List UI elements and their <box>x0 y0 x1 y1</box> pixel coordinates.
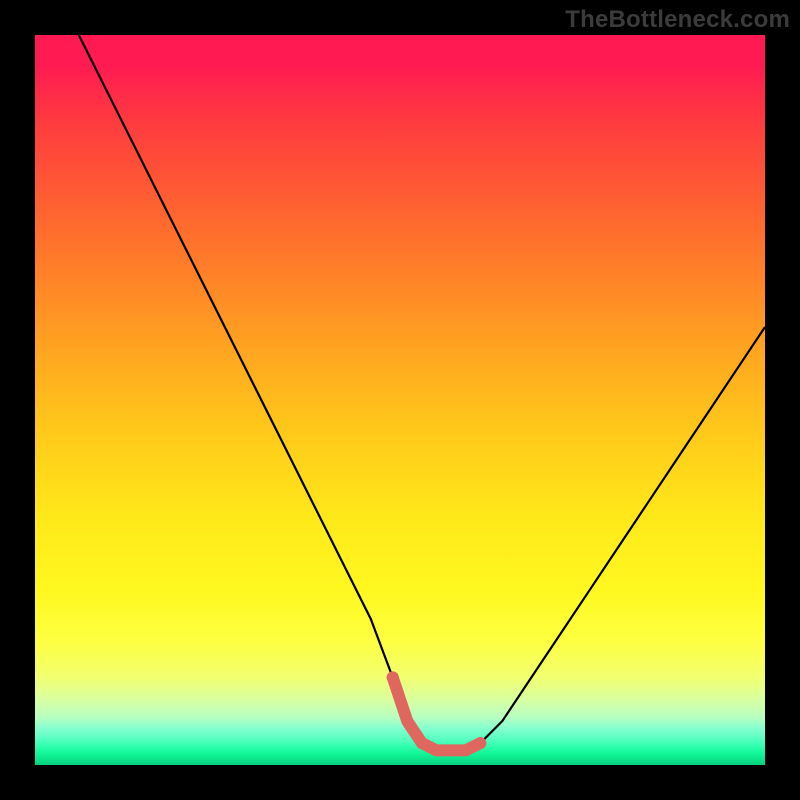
watermark-text: TheBottleneck.com <box>565 6 790 34</box>
bottleneck-curve <box>79 35 765 750</box>
flat-region-dot-right <box>474 737 486 749</box>
plot-area <box>35 35 765 765</box>
flat-region-marker <box>393 677 481 750</box>
chart-frame: TheBottleneck.com <box>0 0 800 800</box>
flat-region-dot-left <box>387 671 399 683</box>
curve-layer <box>35 35 765 765</box>
